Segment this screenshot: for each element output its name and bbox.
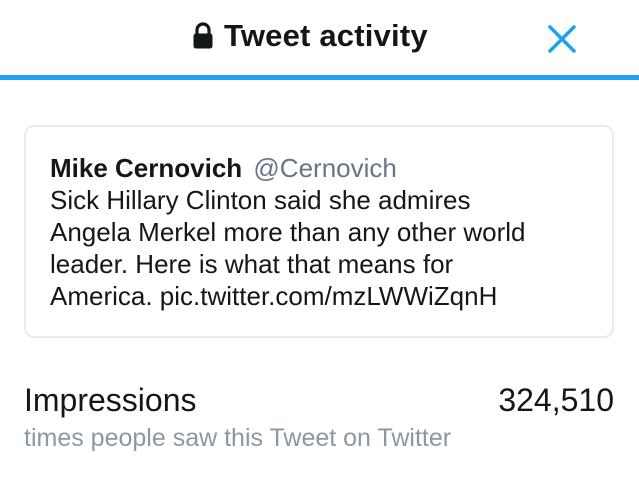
impressions-value: 324,510 [498,382,614,418]
close-icon[interactable] [546,23,578,55]
tweet-author-line: Mike Cernovich @Cernovich [50,152,588,184]
author-name: Mike Cernovich [50,153,243,183]
tweet-text-line: Sick Hillary Clinton said she admires [50,185,471,215]
tweet-text-line: America. pic.twitter.com/mzLWWiZqnH [50,281,498,311]
tweet-text-line: leader. Here is what that means for [50,249,454,279]
lock-icon [193,22,213,49]
author-handle: @Cernovich [253,153,397,183]
impressions-description: times people saw this Tweet on Twitter [24,424,452,452]
impressions-row: Impressions 324,510 [24,382,614,419]
page-title: Tweet activity [224,18,428,53]
header-bar: Tweet activity [0,0,639,80]
tweet-card[interactable]: Mike Cernovich @Cernovich Sick Hillary C… [24,125,614,338]
tweet-text: Sick Hillary Clinton said she admires An… [50,184,588,312]
impressions-label: Impressions [24,382,197,418]
close-button[interactable] [540,17,584,61]
tweet-text-line: Angela Merkel more than any other world [50,217,526,247]
header-title-group: Tweet activity [192,16,428,56]
